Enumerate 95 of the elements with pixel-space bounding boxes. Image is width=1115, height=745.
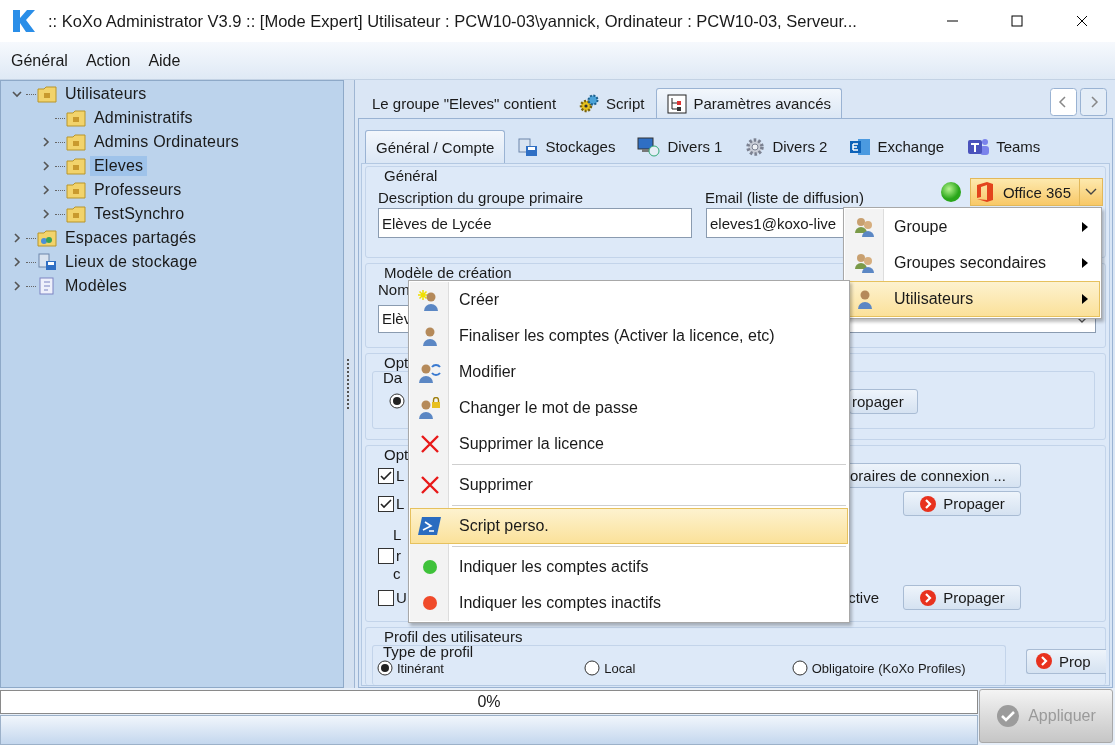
group-title: Profil des utilisateurs <box>383 628 524 645</box>
checkbox[interactable] <box>378 467 394 484</box>
radio-label: Itinérant <box>397 661 444 676</box>
tab[interactable]: Divers 2 <box>734 130 838 163</box>
label: L <box>393 526 402 544</box>
tree-item[interactable]: Espaces partagés <box>61 228 201 248</box>
propagate-button[interactable]: Prop <box>1026 649 1106 674</box>
user-lock-icon <box>418 397 442 419</box>
tab[interactable]: Stockages <box>507 130 626 163</box>
tab[interactable]: Script <box>568 88 655 118</box>
storage-icon <box>517 136 540 157</box>
status-dot-icon <box>422 559 438 575</box>
tab[interactable]: Le groupe "Eleves" contient <box>362 88 567 118</box>
checkbox[interactable] <box>378 547 394 564</box>
caret-icon <box>1085 188 1097 196</box>
office-button[interactable]: Office 365 <box>969 178 1103 206</box>
tree-item[interactable]: Lieux de stockage <box>61 252 202 272</box>
tab[interactable]: Général / Compte <box>365 130 506 163</box>
teams-icon <box>966 136 991 157</box>
folder-icon <box>66 133 86 151</box>
tab[interactable]: Paramètres avancés <box>656 88 843 118</box>
tree-item[interactable]: TestSynchro <box>90 204 189 224</box>
tree-item[interactable]: Modèles <box>61 276 131 296</box>
menu-item[interactable]: Supprimer la licence <box>410 426 848 462</box>
menu-item[interactable]: Supprimer <box>410 467 848 503</box>
menu-item[interactable]: Script perso. <box>410 508 848 544</box>
radio-label: Obligatoire (KoXo Profiles) <box>811 661 966 676</box>
checkbox-label: L <box>396 495 405 513</box>
radio-button[interactable] <box>389 393 405 410</box>
menu-item[interactable]: Indiquer les comptes inactifs <box>410 585 848 621</box>
folder-icon <box>66 205 86 223</box>
tree-item[interactable]: Professeurs <box>90 180 186 200</box>
group-title: Type de profil <box>382 643 475 660</box>
storage-icon <box>37 253 57 271</box>
field-label: Description du groupe primaire <box>378 188 585 206</box>
gear-icon <box>578 93 601 113</box>
tree-item[interactable]: Administratifs <box>90 108 197 128</box>
tree-item[interactable]: Admins Ordinateurs <box>90 132 243 152</box>
folder-icon <box>66 181 86 199</box>
button[interactable]: ropager <box>849 388 918 414</box>
checkbox[interactable] <box>378 495 394 512</box>
group-title: Opt <box>383 445 410 463</box>
radio-button[interactable] <box>377 660 393 677</box>
gear-icon <box>744 135 767 158</box>
computer-icon <box>637 136 662 157</box>
status-dot-icon <box>422 595 438 611</box>
propagate-button[interactable]: Propager <box>903 585 1021 611</box>
button[interactable]: oraires de connexion ... <box>847 463 1021 489</box>
menu-item[interactable]: Aide <box>140 51 189 70</box>
folder-icon <box>66 109 86 127</box>
field-label: Email (liste de diffusion) <box>705 188 864 206</box>
checkbox[interactable] <box>378 589 394 606</box>
users-icon <box>853 216 877 238</box>
app-logo-icon <box>10 8 36 34</box>
powershell-icon <box>418 516 442 536</box>
group-title: Opt <box>383 354 410 372</box>
menu-item[interactable]: Groupes secondaires <box>845 245 1100 281</box>
check-icon <box>996 704 1021 728</box>
window-title: :: KoXo Administrator V3.9 :: [Mode Expert] Utilisateur : PCW10-03\yannick, Ordinateur : PCW10-03, Serveur... <box>48 11 858 31</box>
office-logo-icon <box>974 181 995 203</box>
menu-item[interactable]: Indiquer les comptes actifs <box>410 549 848 585</box>
delete-icon <box>420 434 440 454</box>
checkbox-label: r <box>396 547 401 565</box>
document-icon <box>37 277 57 295</box>
radio-label: Local <box>604 661 636 676</box>
shared-folder-icon <box>37 229 57 247</box>
folder-icon <box>37 85 57 103</box>
propagate-button[interactable]: Propager <box>903 491 1021 517</box>
user-sync-icon <box>418 361 442 383</box>
menu-item[interactable]: Modifier <box>410 354 848 390</box>
progress-label: 0% <box>477 693 501 711</box>
group-title: Modèle de création <box>383 263 513 281</box>
checkbox-label: L <box>396 467 405 485</box>
group-title: Général <box>383 167 439 184</box>
menu-item[interactable]: Créer <box>410 282 848 318</box>
tab[interactable]: Divers 1 <box>627 130 733 163</box>
menu-item[interactable]: Finaliser les comptes (Activer la licence, etc) <box>410 318 848 354</box>
tab[interactable]: Teams <box>956 130 1051 163</box>
radio-button[interactable] <box>791 660 808 677</box>
tree-item[interactable]: Utilisateurs <box>61 84 151 104</box>
menu-item[interactable]: Général <box>3 51 76 70</box>
menu-item[interactable]: Action <box>77 51 139 70</box>
exchange-icon <box>849 136 872 157</box>
tab[interactable]: Exchange <box>839 130 955 163</box>
checkbox-label: U <box>396 589 407 607</box>
label: ctive <box>848 589 879 607</box>
delete-icon <box>420 475 440 495</box>
tree-item[interactable]: Eleves <box>90 156 148 176</box>
radio-button[interactable] <box>584 660 601 677</box>
tree-diagram-icon <box>667 93 688 114</box>
menu-item[interactable]: Changer le mot de passe <box>410 390 848 426</box>
description-field[interactable]: Elèves de Lycée <box>378 208 692 238</box>
label: c <box>393 565 401 583</box>
users-icon <box>853 252 877 274</box>
folder-icon <box>66 157 86 175</box>
